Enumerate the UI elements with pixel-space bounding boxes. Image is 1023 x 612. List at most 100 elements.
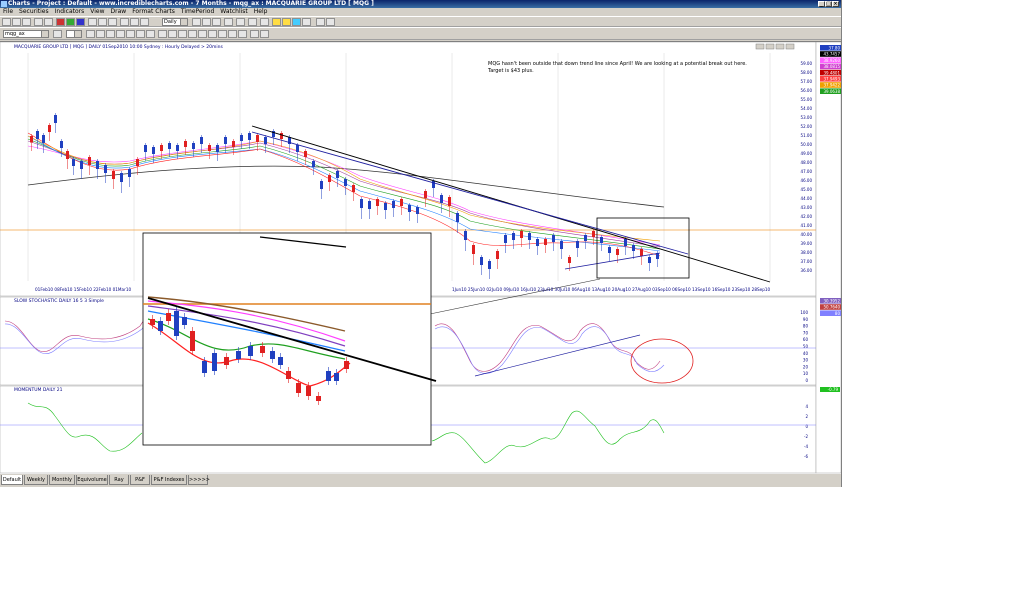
tab-monthly[interactable]: Monthly [49, 475, 75, 485]
tool-4-icon[interactable] [116, 30, 125, 38]
open-icon[interactable] [2, 18, 11, 26]
menu-securities[interactable]: Securities [16, 8, 52, 16]
symbol-input[interactable]: mqg_ax [3, 30, 49, 38]
period-select[interactable]: Daily [162, 18, 188, 26]
grid-icon[interactable] [192, 18, 201, 26]
maximize-button[interactable]: □ [825, 1, 832, 7]
momentum-tick-label: -6 [804, 454, 808, 459]
chart-svg[interactable]: MACQUARIE GROUP LTD [ MQG ] DAILY 01Sep2… [0, 41, 842, 474]
inset-candle-body [150, 319, 155, 325]
menu-format-charts[interactable]: Format Charts [129, 8, 178, 16]
inset-candle-body [202, 361, 207, 373]
save-icon[interactable] [12, 18, 21, 26]
candle-body [152, 147, 155, 154]
tool-2-icon[interactable] [96, 30, 105, 38]
price-tick-label: 45.00 [801, 187, 813, 192]
price-badge-text: 38.9260 [823, 58, 840, 63]
tool-5-icon[interactable] [126, 30, 135, 38]
toolbar-main: Daily [0, 16, 841, 27]
count-select[interactable] [66, 30, 82, 38]
tab-weekly[interactable]: Weekly [24, 475, 48, 485]
candle-body [320, 181, 323, 189]
tool-10-icon[interactable] [178, 30, 187, 38]
menu-draw[interactable]: Draw [108, 8, 130, 16]
triangle-icon[interactable] [282, 18, 291, 26]
tool-11-icon[interactable] [188, 30, 197, 38]
candle-body [208, 145, 211, 151]
candle-body [232, 141, 235, 147]
tool-15-icon[interactable] [228, 30, 237, 38]
tool-1-icon[interactable] [86, 30, 95, 38]
candle-body [48, 125, 51, 132]
go-icon[interactable] [53, 30, 62, 38]
price-badge-text: 38.0815 [823, 64, 840, 69]
close-chart-icon[interactable] [260, 18, 269, 26]
close-button[interactable]: × [832, 1, 839, 7]
delete-icon[interactable] [236, 18, 245, 26]
menu-indicators[interactable]: Indicators [52, 8, 88, 16]
tool-8-icon[interactable] [158, 30, 167, 38]
menu-view[interactable]: View [87, 8, 107, 16]
tool-13-icon[interactable] [208, 30, 217, 38]
forward-icon[interactable] [44, 18, 53, 26]
candle-icon[interactable] [130, 18, 139, 26]
tool-9-icon[interactable] [168, 30, 177, 38]
candle-body [96, 161, 99, 169]
chart-panel[interactable]: MACQUARIE GROUP LTD [ MQG ] DAILY 01Sep2… [0, 41, 842, 474]
tab-pf-indexes[interactable]: P&F Indexes [151, 475, 187, 485]
text-icon[interactable] [224, 18, 233, 26]
tool-18-icon[interactable] [260, 30, 269, 38]
tab-ray[interactable]: Ray [109, 475, 129, 485]
date-axis-right: 1Jun10 25Jun10 02Jul10 09Jul10 16Jul10 2… [452, 287, 771, 292]
menu-watchlist[interactable]: Watchlist [217, 8, 251, 16]
crosshair-icon[interactable] [108, 18, 117, 26]
stochastic-tick-label: 30 [803, 358, 809, 363]
line-chart-icon[interactable] [140, 18, 149, 26]
candle-body [248, 133, 251, 140]
help-icon[interactable] [248, 18, 257, 26]
tool-3-icon[interactable] [106, 30, 115, 38]
tab-equivolume[interactable]: Equivolume [76, 475, 108, 485]
annotation-line-1: MQG hasn't been outside that down trend … [488, 61, 747, 67]
tool-12-icon[interactable] [198, 30, 207, 38]
minimize-button[interactable]: _ [818, 1, 825, 7]
scale-icon[interactable] [202, 18, 211, 26]
title-bar: Charts - Project : Default - www.incredi… [0, 0, 841, 8]
zoom-out-icon[interactable] [98, 18, 107, 26]
stochastic-badges: 30.395250.764080 [820, 298, 841, 316]
price-tick-label: 43.00 [801, 205, 813, 210]
arrow-icon[interactable] [292, 18, 301, 26]
candle-body [368, 201, 371, 209]
back-icon[interactable] [34, 18, 43, 26]
menu-timeperiod[interactable]: TimePeriod [178, 8, 217, 16]
tool-6-icon[interactable] [136, 30, 145, 38]
menu-file[interactable]: File [0, 8, 16, 16]
price-tick-label: 48.00 [801, 160, 813, 165]
tool-17-icon[interactable] [250, 30, 259, 38]
zoom-in-icon[interactable] [88, 18, 97, 26]
diamond-icon[interactable] [272, 18, 281, 26]
inset-candle-body [270, 351, 275, 359]
tab-more[interactable]: >>>>> [188, 475, 210, 485]
tool-16-icon[interactable] [238, 30, 247, 38]
price-tick-label: 56.00 [801, 88, 813, 93]
tool-14-icon[interactable] [218, 30, 227, 38]
chart-red-icon[interactable] [56, 18, 65, 26]
candle-body [392, 201, 395, 208]
menu-help[interactable]: Help [251, 8, 271, 16]
bar-chart-icon[interactable] [120, 18, 129, 26]
tool-7-icon[interactable] [146, 30, 155, 38]
candle-body [104, 165, 107, 173]
volume-icon[interactable] [212, 18, 221, 26]
tab-pf[interactable]: P&F [130, 475, 150, 485]
swap-icon[interactable] [302, 18, 311, 26]
settings-icon[interactable] [316, 18, 325, 26]
chart-blue-icon[interactable] [76, 18, 85, 26]
candle-body [520, 231, 523, 238]
stochastic-label: SLOW STOCHASTIC DAILY 16 5 3 Simple [14, 298, 104, 304]
candle-body [416, 207, 419, 214]
chart-green-icon[interactable] [66, 18, 75, 26]
refresh-icon[interactable] [326, 18, 335, 26]
tab-default[interactable]: Default [1, 475, 23, 485]
print-icon[interactable] [22, 18, 31, 26]
